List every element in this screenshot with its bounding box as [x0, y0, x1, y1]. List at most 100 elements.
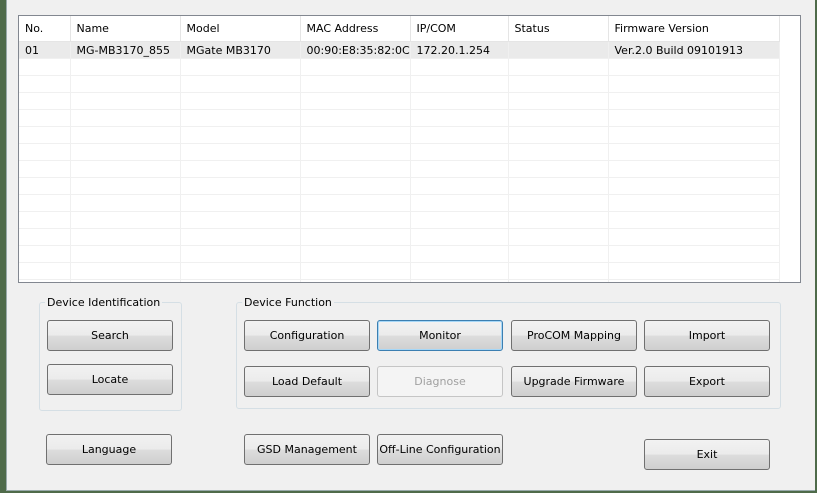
empty-cell	[410, 143, 509, 161]
empty-cell	[300, 177, 411, 195]
empty-cell	[410, 245, 509, 263]
empty-cell	[180, 211, 301, 229]
empty-cell	[19, 177, 71, 195]
empty-cell	[508, 211, 609, 229]
empty-cell	[70, 58, 181, 76]
empty-cell	[608, 211, 780, 229]
empty-cell	[180, 109, 301, 127]
table-row-empty	[19, 143, 780, 161]
empty-cell	[300, 92, 411, 110]
empty-cell	[508, 279, 609, 282]
main-window: No. Name Model MAC Address IP/COM Status…	[6, 0, 815, 491]
empty-cell	[410, 211, 509, 229]
empty-cell	[70, 262, 181, 280]
cell-name: MG-MB3170_855	[70, 41, 181, 59]
empty-cell	[19, 262, 71, 280]
empty-cell	[300, 262, 411, 280]
empty-cell	[608, 160, 780, 178]
configuration-button[interactable]: Configuration	[244, 320, 370, 351]
empty-cell	[508, 262, 609, 280]
empty-cell	[180, 228, 301, 246]
cell-ip-com: 172.20.1.254	[410, 41, 509, 59]
column-header-status[interactable]: Status	[508, 16, 609, 42]
empty-cell	[608, 194, 780, 212]
table-row-empty	[19, 92, 780, 110]
empty-cell	[608, 228, 780, 246]
column-header-no[interactable]: No.	[19, 16, 71, 42]
empty-cell	[608, 262, 780, 280]
column-header-mac-address[interactable]: MAC Address	[300, 16, 411, 42]
exit-button[interactable]: Exit	[644, 439, 770, 470]
device-list[interactable]: No. Name Model MAC Address IP/COM Status…	[18, 15, 801, 283]
cell-status	[508, 41, 609, 59]
empty-cell	[508, 228, 609, 246]
search-button[interactable]: Search	[47, 320, 173, 351]
table-row-empty	[19, 228, 780, 246]
empty-cell	[19, 194, 71, 212]
empty-cell	[180, 194, 301, 212]
column-header-model[interactable]: Model	[180, 16, 301, 42]
empty-cell	[19, 211, 71, 229]
empty-cell	[608, 58, 780, 76]
load-default-button[interactable]: Load Default	[244, 366, 370, 397]
empty-cell	[410, 262, 509, 280]
empty-cell	[180, 92, 301, 110]
empty-cell	[70, 109, 181, 127]
table-row-empty	[19, 160, 780, 178]
empty-cell	[70, 211, 181, 229]
empty-cell	[70, 228, 181, 246]
cell-model: MGate MB3170	[180, 41, 301, 59]
import-button[interactable]: Import	[644, 320, 770, 351]
empty-cell	[300, 279, 411, 282]
monitor-button[interactable]: Monitor	[377, 320, 503, 351]
empty-cell	[19, 58, 71, 76]
table-row-empty	[19, 58, 780, 76]
gsd-management-button[interactable]: GSD Management	[244, 434, 370, 465]
empty-cell	[19, 75, 71, 93]
offline-configuration-button[interactable]: Off-Line Configuration	[377, 434, 503, 465]
empty-cell	[410, 109, 509, 127]
column-header-ip-com[interactable]: IP/COM	[410, 16, 509, 42]
empty-cell	[508, 143, 609, 161]
empty-cell	[508, 194, 609, 212]
empty-cell	[70, 143, 181, 161]
empty-cell	[180, 143, 301, 161]
upgrade-firmware-button[interactable]: Upgrade Firmware	[511, 366, 637, 397]
empty-cell	[410, 279, 509, 282]
empty-cell	[608, 75, 780, 93]
cell-firmware-version: Ver.2.0 Build 09101913	[608, 41, 780, 59]
device-identification-title: Device Identification	[47, 296, 161, 309]
empty-cell	[300, 228, 411, 246]
empty-cell	[508, 126, 609, 144]
empty-cell	[19, 245, 71, 263]
column-header-name[interactable]: Name	[70, 16, 181, 42]
empty-cell	[19, 160, 71, 178]
empty-cell	[180, 58, 301, 76]
empty-cell	[19, 143, 71, 161]
empty-cell	[70, 177, 181, 195]
empty-cell	[70, 245, 181, 263]
export-button[interactable]: Export	[644, 366, 770, 397]
empty-cell	[608, 92, 780, 110]
empty-cell	[70, 279, 181, 282]
table-row[interactable]: 01 MG-MB3170_855 MGate MB3170 00:90:E8:3…	[19, 41, 780, 59]
empty-cell	[70, 92, 181, 110]
language-button[interactable]: Language	[46, 434, 172, 465]
empty-cell	[300, 75, 411, 93]
empty-cell	[608, 177, 780, 195]
table-row-empty	[19, 126, 780, 144]
empty-cell	[410, 194, 509, 212]
cell-no: 01	[19, 41, 71, 59]
empty-cell	[300, 109, 411, 127]
diagnose-button: Diagnose	[377, 366, 503, 397]
column-header-firmware-version[interactable]: Firmware Version	[608, 16, 780, 42]
empty-cell	[608, 245, 780, 263]
empty-cell	[70, 194, 181, 212]
empty-cell	[508, 58, 609, 76]
procom-mapping-button[interactable]: ProCOM Mapping	[511, 320, 637, 351]
empty-cell	[180, 126, 301, 144]
empty-cell	[180, 177, 301, 195]
locate-button[interactable]: Locate	[47, 364, 173, 395]
empty-cell	[19, 92, 71, 110]
empty-cell	[410, 160, 509, 178]
